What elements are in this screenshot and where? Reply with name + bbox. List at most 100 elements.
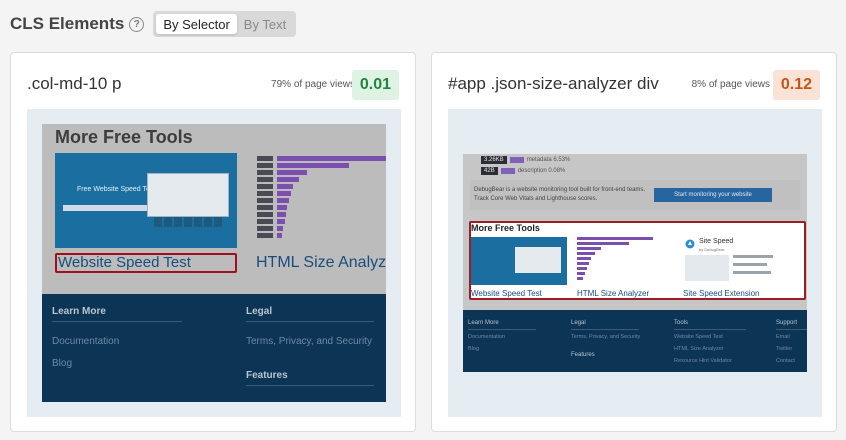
- footer-link: Blog: [52, 358, 73, 369]
- thumbnail-row-bar: [277, 219, 285, 224]
- metadata-row: 3.26KB metadata 6.53%: [481, 155, 570, 164]
- cls-element-card: #app .json-size-analyzer div 8% of page …: [431, 52, 837, 432]
- highlighted-element: More Free Tools Site Speed by DebugBear …: [469, 221, 806, 300]
- footer-link: HTML Size Analyzer: [674, 346, 724, 352]
- thumbnail-line: [733, 263, 767, 266]
- footer-heading: Legal: [571, 320, 586, 326]
- thumbnail-line: [733, 271, 771, 274]
- footer-link: Email: [776, 334, 790, 340]
- thumbnail-row-label: [257, 219, 273, 224]
- screenshot-content: More Free Tools Free Website Speed Test: [42, 124, 386, 402]
- thumbnail-bar: [154, 217, 162, 227]
- footer-link: Terms, Privacy, and Security: [246, 336, 372, 347]
- thumbnail-title: Free Website Speed Test: [77, 186, 156, 193]
- footer-divider: [246, 321, 374, 322]
- thumbnail-row-bar: [577, 267, 587, 270]
- footer-link: Contact: [776, 358, 795, 364]
- thumbnail-row-label: [257, 212, 273, 217]
- footer-heading: Tools: [674, 320, 689, 326]
- thumbnail-row-label: [257, 184, 273, 189]
- thumbnail-panel: [515, 247, 561, 273]
- website-speed-test-link: Website Speed Test: [471, 289, 542, 298]
- thumbnail-row-bar: [577, 252, 595, 255]
- size-tag: 3.26KB: [481, 155, 507, 164]
- thumbnail-row-bar: [277, 156, 386, 161]
- footer-heading: Legal: [246, 306, 273, 317]
- screenshot-footer: Learn More Documentation Blog Legal Term…: [42, 294, 386, 402]
- thumbnail-row-bar: [577, 277, 583, 280]
- view-toggle: By Selector By Text: [153, 11, 297, 37]
- thumbnail-row-bar: [577, 257, 591, 260]
- html-size-thumbnail: [577, 237, 663, 285]
- size-bar: [509, 156, 524, 163]
- page-views-label: 79% of page views: [271, 79, 355, 90]
- thumbnail-panel: [147, 173, 229, 227]
- thumbnail-row-bar: [277, 226, 283, 231]
- thumbnail-row-bar: [277, 163, 349, 168]
- thumbnail-row-label: [257, 226, 273, 231]
- size-tag: 42B: [481, 166, 498, 175]
- cls-element-card: .col-md-10 p 79% of page views 0.01 More…: [10, 52, 416, 432]
- thumbnail-row-bar: [577, 237, 653, 240]
- screenshot-footer: Learn More Documentation Blog Legal Term…: [463, 310, 807, 372]
- page-views-label: 8% of page views: [691, 79, 770, 90]
- thumbnail-row-bar: [577, 247, 601, 250]
- tab-by-text[interactable]: By Text: [237, 14, 293, 34]
- footer-divider: [52, 321, 182, 322]
- tab-by-selector[interactable]: By Selector: [156, 14, 237, 34]
- thumbnail-row-bar: [277, 205, 287, 210]
- thumbnail-title: Site Speed: [699, 238, 734, 245]
- thumbnail-row-label: [257, 163, 273, 168]
- thumbnail-row-bar: [577, 242, 629, 245]
- thumbnail-row-bar: [577, 262, 589, 265]
- thumbnail-row-bar: [277, 198, 289, 203]
- footer-link: Documentation: [468, 334, 505, 340]
- website-speed-test-link-highlighted: Website Speed Test: [55, 253, 237, 273]
- site-speed-thumbnail: Site Speed by DebugBear: [683, 237, 793, 285]
- thumbnail-row-label: [257, 177, 273, 182]
- thumbnail-subtitle: by DebugBear: [699, 247, 725, 252]
- footer-heading: Learn More: [468, 320, 499, 326]
- section-title: CLS Elements: [10, 14, 125, 33]
- footer-divider: [468, 329, 536, 330]
- thumbnail-bar: [204, 217, 212, 227]
- thumbnail-bar: [194, 217, 202, 227]
- thumbnail-row-bar: [277, 233, 282, 238]
- help-icon[interactable]: ?: [129, 16, 145, 32]
- footer-divider: [776, 329, 807, 330]
- site-speed-extension-link: Site Speed Extension: [683, 289, 760, 298]
- footer-heading: Learn More: [52, 306, 106, 317]
- info-text: DebugBear is a website monitoring tool b…: [474, 187, 646, 202]
- html-size-analyzer-link: HTML Size Analyzer: [256, 254, 386, 271]
- footer-divider: [246, 385, 374, 386]
- thumbnail-line: [733, 255, 773, 258]
- thumbnail-input: [63, 205, 153, 211]
- info-cta-button: Start monitoring your website: [654, 188, 772, 202]
- footer-link: Terms, Privacy, and Security: [571, 334, 641, 340]
- footer-heading: Support: [776, 320, 798, 326]
- thumbnail-bar: [184, 217, 192, 227]
- speed-test-thumbnail: Free Website Speed Test: [55, 153, 237, 248]
- footer-link: Website Speed Test: [674, 334, 723, 340]
- html-size-thumbnail: [257, 156, 386, 246]
- thumbnail-row-bar: [277, 212, 286, 217]
- thumbnail-bar: [214, 217, 222, 227]
- footer-divider: [674, 329, 746, 330]
- speed-test-thumbnail: [471, 237, 567, 285]
- thumbnail-row-label: [257, 191, 273, 196]
- cls-score-badge: 0.12: [772, 70, 820, 100]
- thumbnail-row-bar: [277, 191, 291, 196]
- element-screenshot: 3.26KB metadata 6.53% 42B description 0.…: [448, 109, 822, 417]
- thumbnail-bar: [174, 217, 182, 227]
- element-selector: #app .json-size-analyzer div: [448, 74, 659, 93]
- footer-divider: [571, 329, 639, 330]
- screenshot-heading: More Free Tools: [471, 223, 540, 233]
- thumbnail-row-label: [257, 198, 273, 203]
- footer-link: Blog: [468, 346, 480, 352]
- screenshot-content: 3.26KB metadata 6.53% 42B description 0.…: [463, 154, 807, 372]
- thumbnail-row-bar: [577, 272, 585, 275]
- footer-heading: Features: [571, 352, 595, 358]
- cls-elements-header: CLS Elements ? By Selector By Text: [10, 10, 297, 38]
- footer-link: Documentation: [52, 336, 120, 347]
- footer-link: Twitter: [776, 346, 793, 352]
